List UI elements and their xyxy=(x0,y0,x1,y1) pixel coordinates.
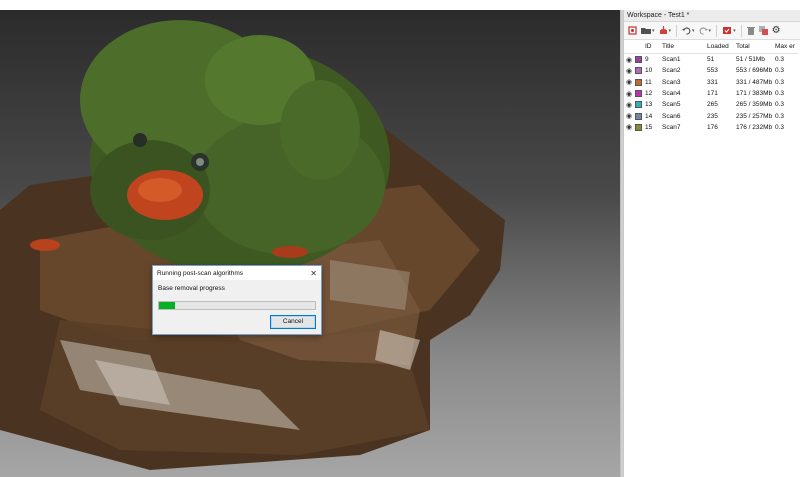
table-row[interactable]: ◉ 9 Scan1 51 51 / 51Mb 0.3 xyxy=(624,54,798,66)
visibility-eye-icon[interactable]: ◉ xyxy=(626,113,632,120)
table-row[interactable]: ◉ 10 Scan2 553 553 / 696Mb 0.3 xyxy=(624,65,798,76)
scan-max-error: 0.3 xyxy=(775,101,785,109)
import-icon[interactable]: ▾ xyxy=(658,25,673,37)
progress-dialog: Running post-scan algorithms ✕ Base remo… xyxy=(152,265,322,335)
table-header-row: ID Title Loaded Total Max er xyxy=(624,40,798,54)
scan-id: 11 xyxy=(645,78,652,86)
column-header-loaded[interactable]: Loaded xyxy=(705,40,734,54)
scan-color-swatch[interactable] xyxy=(635,123,642,131)
scan-total: 331 / 487Mb xyxy=(736,78,773,86)
visibility-eye-icon[interactable]: ◉ xyxy=(626,91,632,98)
scan-title: Scan3 xyxy=(662,78,681,86)
column-header-id[interactable]: ID xyxy=(643,40,660,54)
scan-total: 176 / 232Mb xyxy=(736,123,773,131)
scan-max-error: 0.3 xyxy=(775,112,785,120)
scan-id: 14 xyxy=(645,112,653,120)
fusion-icon[interactable]: ▾ xyxy=(721,25,737,37)
scan-color-swatch[interactable] xyxy=(635,101,642,109)
progress-fill xyxy=(159,302,175,309)
visibility-eye-icon[interactable]: ◉ xyxy=(626,68,632,75)
scan-model xyxy=(0,20,505,470)
workspace-panel: Workspace - Test1 * ▾ ▾ ▾ ▾ ▾ ⚙ ID Title… xyxy=(623,10,800,477)
column-header-title[interactable]: Title xyxy=(660,40,705,54)
scan-color-swatch[interactable] xyxy=(635,56,642,64)
column-header-max-error[interactable]: Max er xyxy=(773,40,798,54)
scan-color-swatch[interactable] xyxy=(635,67,642,75)
scan-total: 235 / 257Mb xyxy=(736,112,773,120)
scan-max-error: 0.3 xyxy=(775,78,785,86)
close-icon[interactable]: ✕ xyxy=(310,269,317,278)
scans-table: ID Title Loaded Total Max er ◉ 9 Scan1 51 51… xyxy=(624,40,798,133)
scan-loaded: 553 xyxy=(707,67,718,75)
scan-title: Scan2 xyxy=(662,67,681,75)
new-scan-icon[interactable] xyxy=(627,25,638,37)
scan-max-error: 0.3 xyxy=(775,67,785,75)
scan-title: Scan5 xyxy=(662,101,681,109)
toolbar-separator xyxy=(676,24,678,37)
scan-max-error: 0.3 xyxy=(775,56,785,64)
scan-id: 13 xyxy=(645,101,653,109)
scan-title: Scan7 xyxy=(662,123,681,131)
scan-loaded: 51 xyxy=(707,56,715,64)
scan-max-error: 0.3 xyxy=(775,123,785,131)
scan-total: 171 / 383Mb xyxy=(736,90,773,98)
scan-title: Scan4 xyxy=(662,90,681,98)
toolbar-separator xyxy=(716,24,718,37)
scan-total: 51 / 51Mb xyxy=(736,56,765,64)
visibility-eye-icon[interactable]: ◉ xyxy=(626,79,632,86)
scan-loaded: 235 xyxy=(707,112,718,120)
redo-icon[interactable]: ▾ xyxy=(698,25,713,37)
table-row[interactable]: ◉ 13 Scan5 265 265 / 359Mb 0.3 xyxy=(624,99,798,110)
scan-color-swatch[interactable] xyxy=(635,89,642,97)
scan-id: 10 xyxy=(645,67,653,75)
settings-icon[interactable]: ⚙ xyxy=(771,25,782,37)
scan-id: 12 xyxy=(645,90,653,98)
table-row[interactable]: ◉ 15 Scan7 176 176 / 232Mb 0.3 xyxy=(624,122,798,133)
scan-loaded: 176 xyxy=(707,123,718,131)
scan-total: 553 / 696Mb xyxy=(736,67,773,75)
cancel-button[interactable]: Cancel xyxy=(270,315,316,329)
scan-id: 15 xyxy=(645,123,653,131)
delete-icon[interactable] xyxy=(746,25,756,37)
undo-icon[interactable]: ▾ xyxy=(681,25,696,37)
scan-loaded: 331 xyxy=(707,78,718,86)
scan-title: Scan1 xyxy=(662,56,681,64)
workspace-toolbar: ▾ ▾ ▾ ▾ ▾ ⚙ xyxy=(624,22,800,40)
visibility-eye-icon[interactable]: ◉ xyxy=(626,57,632,64)
scan-loaded: 265 xyxy=(707,101,718,109)
visibility-eye-icon[interactable]: ◉ xyxy=(626,102,632,109)
dialog-titlebar[interactable]: Running post-scan algorithms ✕ xyxy=(153,266,321,280)
scan-loaded: 171 xyxy=(707,90,718,98)
visibility-eye-icon[interactable]: ◉ xyxy=(626,124,632,131)
3d-viewport[interactable] xyxy=(0,10,620,477)
progress-bar xyxy=(158,301,316,310)
open-folder-icon[interactable]: ▾ xyxy=(640,25,656,37)
toolbar-separator xyxy=(740,24,742,37)
table-row[interactable]: ◉ 14 Scan6 235 235 / 257Mb 0.3 xyxy=(624,110,798,121)
scan-max-error: 0.3 xyxy=(775,90,785,98)
scan-id: 9 xyxy=(645,56,649,64)
table-row[interactable]: ◉ 11 Scan3 331 331 / 487Mb 0.3 xyxy=(624,77,798,88)
column-header-total[interactable]: Total xyxy=(734,40,773,54)
scan-title: Scan6 xyxy=(662,112,681,120)
scan-color-swatch[interactable] xyxy=(635,78,642,86)
table-row[interactable]: ◉ 12 Scan4 171 171 / 383Mb 0.3 xyxy=(624,88,798,99)
workspace-title: Workspace - Test1 * xyxy=(624,10,800,22)
scan-color-swatch[interactable] xyxy=(635,112,642,120)
copy-icon[interactable] xyxy=(758,25,769,37)
scan-total: 265 / 359Mb xyxy=(736,101,773,109)
progress-label: Base removal progress xyxy=(158,285,225,292)
dialog-title: Running post-scan algorithms xyxy=(157,269,243,277)
